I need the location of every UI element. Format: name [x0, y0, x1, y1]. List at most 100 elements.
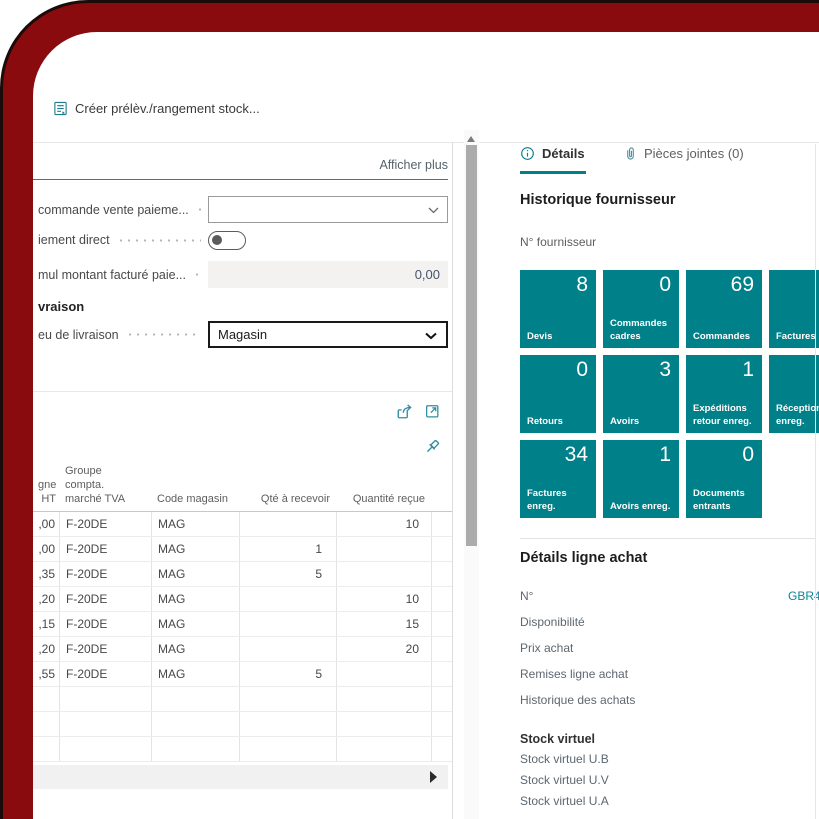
column-header-vat-group[interactable]: Groupe compta. marché TVA: [60, 464, 152, 511]
table-cell[interactable]: [33, 687, 60, 711]
direct-payment-toggle[interactable]: [208, 231, 246, 250]
table-cell[interactable]: [337, 662, 432, 686]
table-cell[interactable]: [240, 712, 337, 736]
table-cell[interactable]: 10: [337, 587, 432, 611]
cue-tile-r-ceptions-enreg[interactable]: Réceptions enreg.: [769, 355, 819, 433]
table-row[interactable]: [33, 737, 452, 762]
cue-tile-avoirs[interactable]: 3Avoirs: [603, 355, 679, 433]
column-header-qty-received[interactable]: Quantité reçue: [337, 492, 432, 511]
stock-virtuel-u-v-link[interactable]: Stock virtuel U.V: [520, 773, 609, 787]
cue-tile-documents-entrants[interactable]: 0Documents entrants: [686, 440, 762, 518]
table-cell[interactable]: [240, 512, 337, 536]
table-cell[interactable]: [337, 687, 432, 711]
table-cell[interactable]: [432, 612, 452, 636]
open-in-new-window-icon[interactable]: [424, 402, 441, 419]
table-cell[interactable]: [337, 737, 432, 761]
table-cell[interactable]: MAG: [152, 587, 240, 611]
table-row[interactable]: ,20F-20DEMAG20: [33, 637, 452, 662]
table-cell[interactable]: [60, 737, 152, 761]
table-cell[interactable]: MAG: [152, 537, 240, 561]
table-row[interactable]: ,15F-20DEMAG15: [33, 612, 452, 637]
table-cell[interactable]: [432, 712, 452, 736]
tab-details[interactable]: Détails: [520, 146, 585, 161]
table-cell[interactable]: [240, 687, 337, 711]
table-cell[interactable]: [337, 537, 432, 561]
table-cell[interactable]: [432, 537, 452, 561]
share-icon[interactable]: [396, 402, 414, 420]
table-cell[interactable]: ,20: [33, 587, 60, 611]
table-cell[interactable]: [33, 712, 60, 736]
table-cell[interactable]: ,15: [33, 612, 60, 636]
table-row[interactable]: [33, 687, 452, 712]
table-cell[interactable]: F-20DE: [60, 537, 152, 561]
table-cell[interactable]: 1: [240, 537, 337, 561]
table-cell[interactable]: [240, 637, 337, 661]
disponibilit-link[interactable]: Disponibilité: [520, 615, 585, 629]
stock-virtuel-u-b-link[interactable]: Stock virtuel U.B: [520, 752, 609, 766]
cue-tile-commandes[interactable]: 69Commandes: [686, 270, 762, 348]
table-cell[interactable]: [432, 687, 452, 711]
table-cell[interactable]: 10: [337, 512, 432, 536]
pin-icon[interactable]: [423, 438, 441, 456]
column-header-qty-to-receive[interactable]: Qté à recevoir: [240, 492, 337, 511]
cue-tile-factures-enreg[interactable]: 34Factures enreg.: [520, 440, 596, 518]
remises-ligne-achat-link[interactable]: Remises ligne achat: [520, 667, 628, 681]
table-cell[interactable]: [432, 587, 452, 611]
cue-tile-devis[interactable]: 8Devis: [520, 270, 596, 348]
table-cell[interactable]: ,00: [33, 512, 60, 536]
cue-tile-retours[interactable]: 0Retours: [520, 355, 596, 433]
cue-tile-factures[interactable]: Factures: [769, 270, 819, 348]
table-row[interactable]: ,00F-20DEMAG 10: [33, 512, 452, 537]
table-cell[interactable]: [337, 562, 432, 586]
table-cell[interactable]: [240, 612, 337, 636]
table-cell[interactable]: MAG: [152, 662, 240, 686]
table-cell[interactable]: F-20DE: [60, 512, 152, 536]
table-row[interactable]: ,35F-20DEMAG5: [33, 562, 452, 587]
table-cell[interactable]: [432, 512, 452, 536]
prix-achat-link[interactable]: Prix achat: [520, 641, 573, 655]
table-cell[interactable]: 20: [337, 637, 432, 661]
table-cell[interactable]: F-20DE: [60, 662, 152, 686]
table-cell[interactable]: [240, 587, 337, 611]
cue-tile-commandes-cadres[interactable]: 0Commandes cadres: [603, 270, 679, 348]
table-cell[interactable]: [240, 737, 337, 761]
table-cell[interactable]: [60, 712, 152, 736]
table-cell[interactable]: [432, 737, 452, 761]
scroll-right-arrow-icon[interactable]: [430, 771, 437, 783]
column-header-amount[interactable]: gne HT: [33, 478, 60, 511]
cue-tile-avoirs-enreg[interactable]: 1Avoirs enreg.: [603, 440, 679, 518]
show-more-link[interactable]: Afficher plus: [33, 158, 448, 172]
table-cell[interactable]: ,55: [33, 662, 60, 686]
historique-des-achats-link[interactable]: Historique des achats: [520, 693, 635, 707]
table-cell[interactable]: F-20DE: [60, 637, 152, 661]
table-cell[interactable]: [432, 562, 452, 586]
table-cell[interactable]: [152, 737, 240, 761]
table-cell[interactable]: 15: [337, 612, 432, 636]
vertical-scrollbar[interactable]: [464, 130, 479, 819]
horizontal-scrollbar[interactable]: [33, 765, 448, 789]
table-cell[interactable]: 5: [240, 562, 337, 586]
table-cell[interactable]: [33, 737, 60, 761]
table-cell[interactable]: [152, 712, 240, 736]
table-cell[interactable]: [337, 712, 432, 736]
location-select[interactable]: Magasin: [208, 321, 448, 348]
table-cell[interactable]: ,20: [33, 637, 60, 661]
table-cell[interactable]: [152, 687, 240, 711]
table-cell[interactable]: F-20DE: [60, 562, 152, 586]
table-cell[interactable]: [432, 662, 452, 686]
scrollbar-thumb[interactable]: [466, 145, 477, 546]
table-cell[interactable]: MAG: [152, 562, 240, 586]
table-row[interactable]: [33, 712, 452, 737]
scroll-up-arrow-icon[interactable]: [467, 136, 475, 142]
sales-order-combobox[interactable]: [208, 196, 448, 223]
table-cell[interactable]: MAG: [152, 512, 240, 536]
stock-virtuel-u-a-link[interactable]: Stock virtuel U.A: [520, 794, 609, 808]
tab-attachments[interactable]: Pièces jointes (0): [624, 146, 744, 161]
create-pick-action[interactable]: Créer prélèv./rangement stock...: [75, 101, 260, 116]
table-cell[interactable]: [60, 687, 152, 711]
table-cell[interactable]: ,00: [33, 537, 60, 561]
table-row[interactable]: ,55F-20DEMAG5: [33, 662, 452, 687]
table-row[interactable]: ,20F-20DEMAG 10: [33, 587, 452, 612]
table-cell[interactable]: MAG: [152, 612, 240, 636]
table-cell[interactable]: F-20DE: [60, 587, 152, 611]
